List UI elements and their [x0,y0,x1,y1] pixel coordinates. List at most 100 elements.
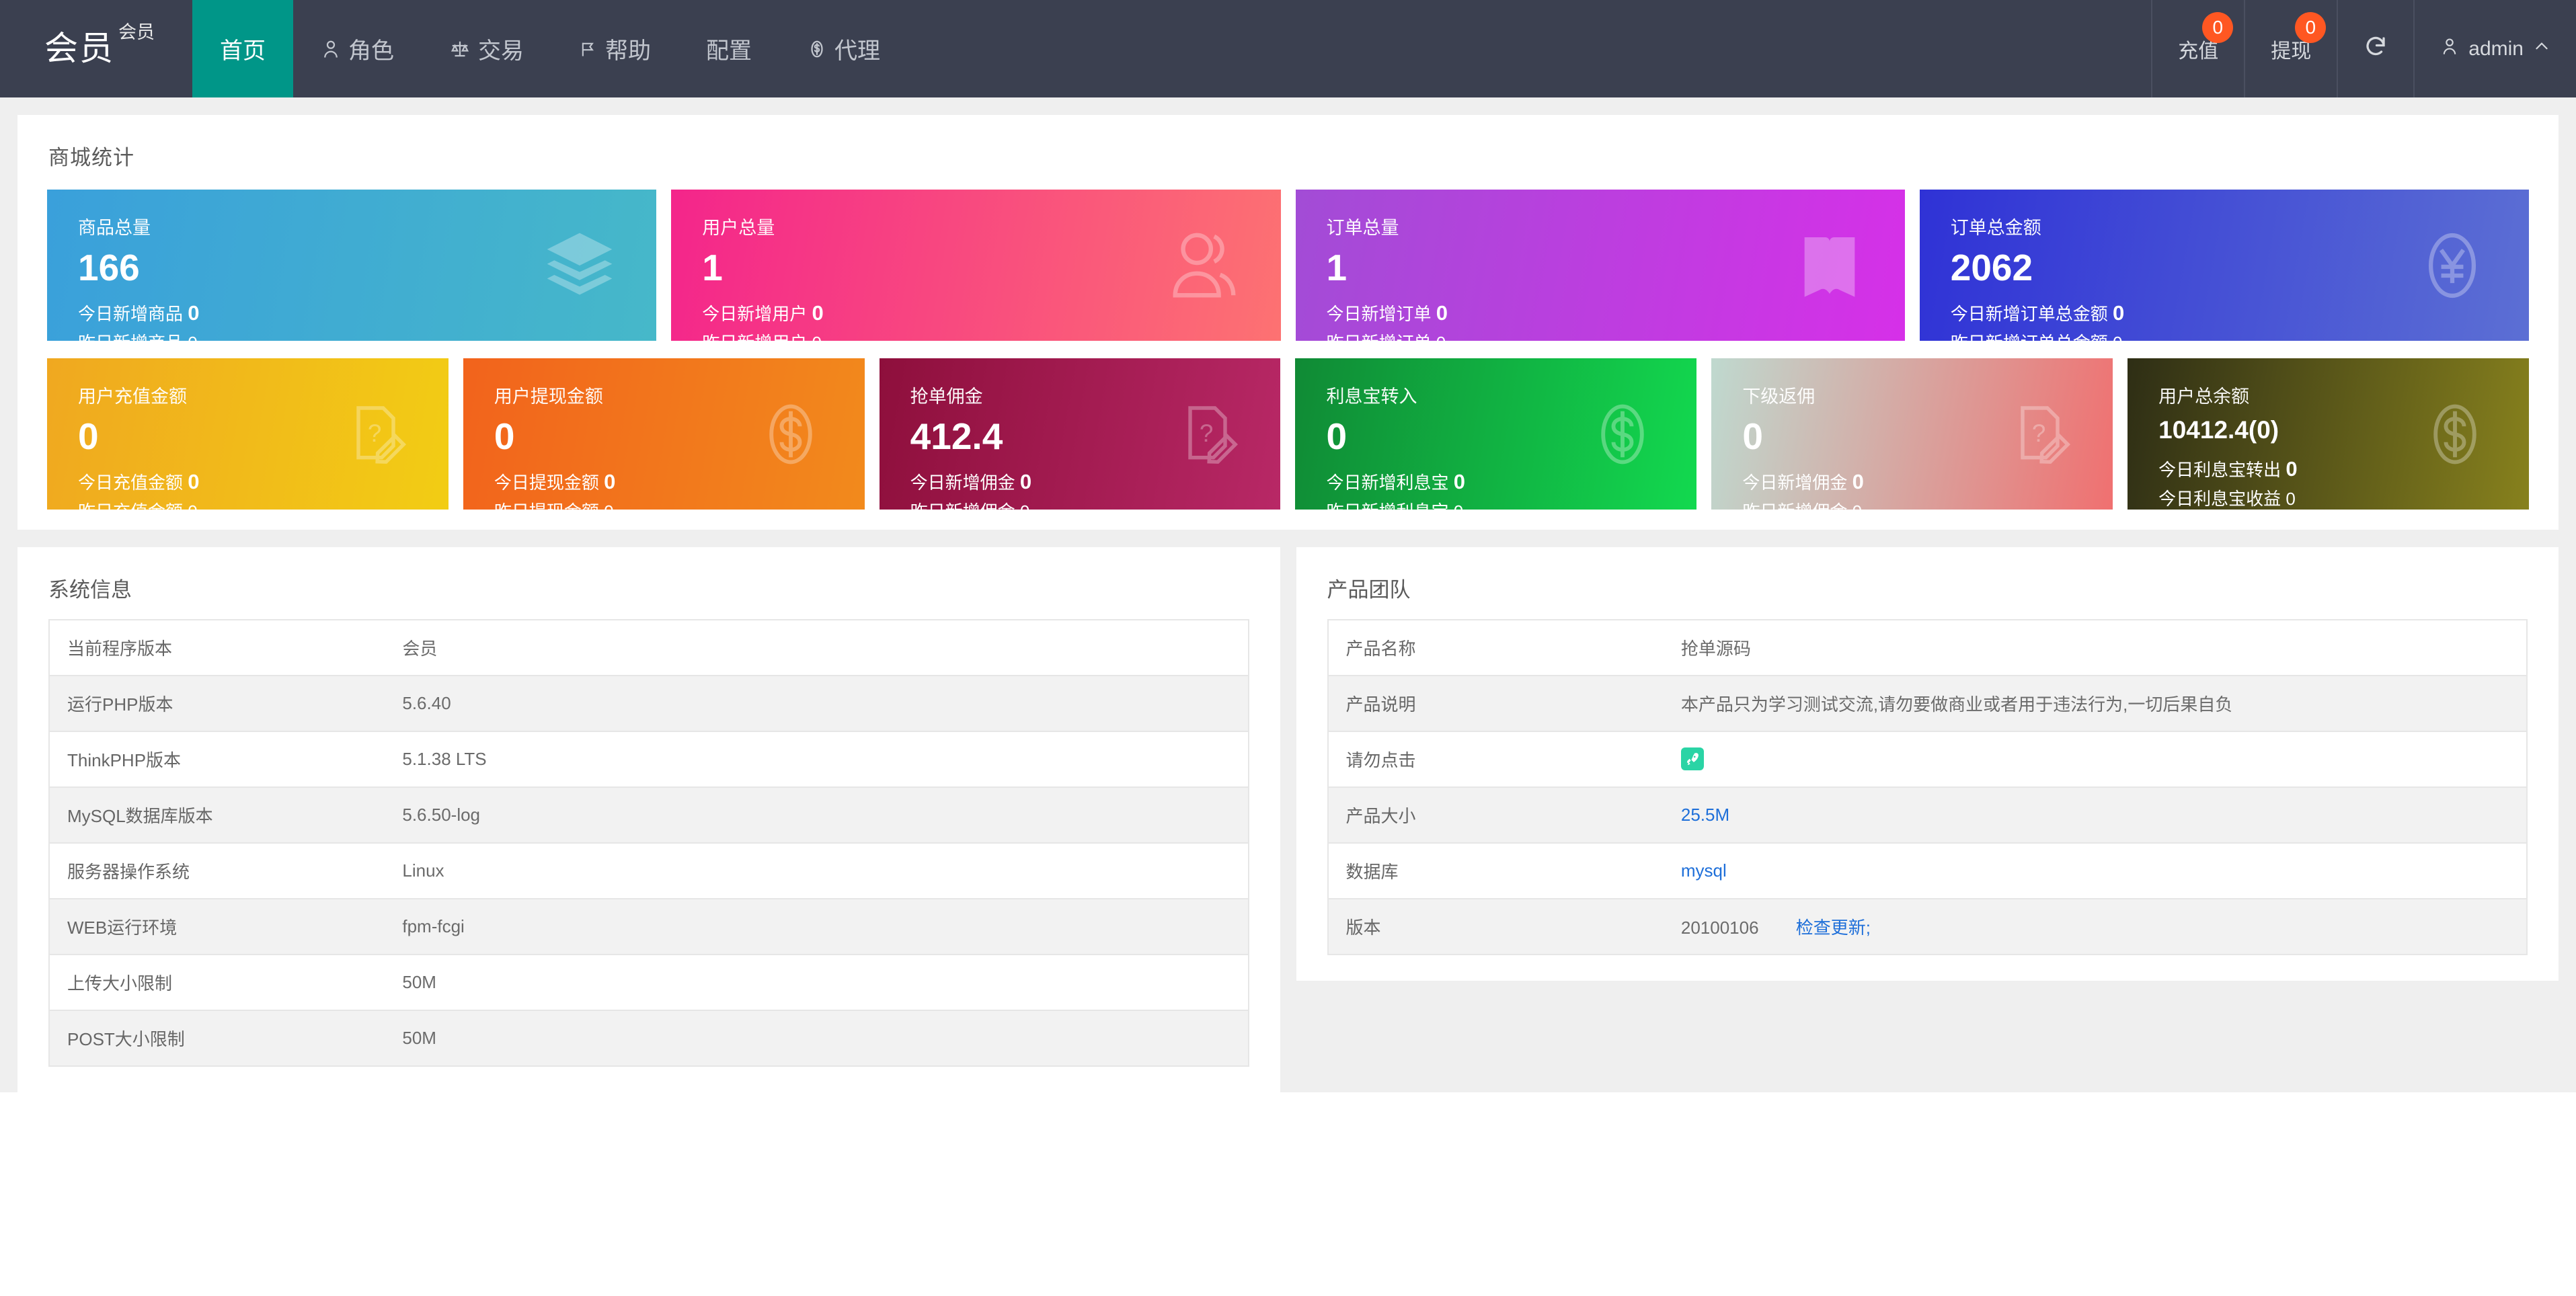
nav-item-help[interactable]: 帮助 [551,0,678,97]
stat-cards-row-1: 商品总量 166 今日新增商品 0 昨日新增商品 0 用户总量 1 今日新增用户… [17,171,2559,341]
stat-yesterday-value: 0 [604,501,613,510]
stat-today-value: 0 [1453,470,1465,494]
table-row: POST大小限制 50M [49,1010,1249,1066]
stat-today: 今日新增订单 0 [1327,297,1905,329]
stat-card-user-withdraw[interactable]: 用户提现金额 0 今日提现金额 0 昨日提现金额 0 [463,358,865,510]
stat-card-user-recharge[interactable]: 用户充值金额 0 今日充值金额 0 昨日充值金额 0 ? [47,358,448,510]
stat-card-grab-commission[interactable]: 抢单佣金 412.4 今日新增佣金 0 昨日新增佣金 0 ? [879,358,1281,510]
row-value: 5.6.50-log [385,787,1249,844]
row-key: WEB运行环境 [49,899,385,955]
refresh-button[interactable] [2337,0,2413,97]
row-key: 当前程序版本 [49,620,385,676]
table-row: 上传大小限制 50M [49,955,1249,1011]
stat-yesterday: 昨日新增用户 0 [702,329,1280,341]
row-value: 5.1.38 LTS [385,731,1249,788]
stat-today: 今日提现金额 0 [494,466,865,498]
row-value: 5.6.40 [385,676,1249,732]
stat-today-label: 今日新增订单总金额 [1950,304,2108,325]
stats-panel-title: 商城统计 [48,146,134,169]
stat-cards-row-2: 用户充值金额 0 今日充值金额 0 昨日充值金额 0 ? 用户提现金额 0 今日… [17,341,2559,510]
nav-item-agent[interactable]: 代理 [779,0,908,97]
stat-yesterday: 今日利息宝收益 0 [2158,485,2529,510]
stat-label: 利息宝转入 [1326,387,1417,407]
row-value: 50M [402,1028,436,1048]
stat-value: 0 [78,415,99,457]
stat-today: 今日新增用户 0 [702,297,1280,329]
table-row: 服务器操作系统 Linux [49,843,1249,899]
stat-today: 今日利息宝转出 0 [2158,453,2529,485]
top-header: 会员 会员 首页 角色 交易 帮助 配置 代理 充值 0 提现 0 admin [0,0,2576,97]
row-key: 产品名称 [1327,620,1664,676]
check-update-link[interactable]: 检查更新; [1796,918,1871,938]
chevron-up-icon [2533,38,2550,60]
stat-card-downline-rebate[interactable]: 下级返佣 0 今日新增佣金 0 昨日新增佣金 0 ? [1711,358,2113,510]
row-value: 25.5M [1663,787,2527,844]
stat-today-value: 0 [1436,301,1448,325]
stat-yesterday-value: 0 [1852,501,1862,510]
stat-card-user-balance[interactable]: 用户总余额 10412.4(0) 今日利息宝转出 0 今日利息宝收益 0 [2128,358,2529,510]
stat-value: 166 [78,247,140,288]
stat-card-product-total[interactable]: 商品总量 166 今日新增商品 0 昨日新增商品 0 [47,190,657,341]
stat-today: 今日充值金额 0 [78,466,448,498]
database-link[interactable]: mysql [1681,860,1727,881]
stat-today-value: 0 [2113,301,2125,325]
recharge-button[interactable]: 充值 0 [2151,0,2244,97]
nav-item-config[interactable]: 配置 [678,0,779,97]
scales-icon [449,39,471,59]
stat-card-order-total[interactable]: 订单总量 1 今日新增订单 0 昨日新增订单 0 [1295,190,1905,341]
stat-value: 10412.4(0) [2158,416,2279,444]
brand-logo[interactable]: 会员 会员 [0,0,192,97]
stat-label: 用户充值金额 [78,387,187,407]
stat-today: 今日新增佣金 0 [1742,466,2113,498]
stat-yesterday: 昨日新增订单 0 [1327,329,1905,341]
stat-value: 1 [1326,247,1348,288]
row-value [1663,731,2527,788]
nav-item-role[interactable]: 角色 [293,0,422,97]
stat-yesterday-value: 0 [188,501,197,510]
stat-today-value: 0 [604,470,616,494]
user-menu[interactable]: admin [2413,0,2576,97]
user-name: admin [2468,37,2524,60]
stat-label: 用户总量 [702,218,775,238]
stat-card-interest-in[interactable]: 利息宝转入 0 今日新增利息宝 0 昨日新增利息宝 0 [1295,358,1697,510]
brand-title: 会员 [44,30,114,67]
stat-today-label: 今日新增利息宝 [1326,473,1449,493]
table-row: 产品名称 抢单源码 [1327,620,2527,676]
stat-yesterday: 昨日充值金额 0 [78,498,448,510]
user-icon [2440,37,2459,61]
nav-label-config: 配置 [706,38,752,64]
stat-today-value: 0 [812,301,824,325]
row-key: 运行PHP版本 [49,676,385,732]
stat-today-value: 0 [2286,456,2298,481]
stat-card-order-amount[interactable]: 订单总金额 2062 今日新增订单总金额 0 昨日新增订单总金额 0 [1919,190,2529,341]
product-size-link[interactable]: 25.5M [1681,805,1729,825]
recharge-badge: 0 [2202,12,2234,43]
withdraw-badge: 0 [2295,12,2327,43]
stat-yesterday-label: 昨日新增商品 [78,333,183,341]
table-row: 请勿点击 [1327,731,2527,788]
stat-yesterday-label: 昨日新增用户 [702,333,807,341]
stat-today-label: 今日新增商品 [78,304,184,325]
stat-today-label: 今日利息宝转出 [2158,459,2281,480]
row-key: 请勿点击 [1327,731,1664,788]
brand-subtitle: 会员 [118,22,155,42]
rocket-icon[interactable] [1680,747,1704,770]
nav-item-trade[interactable]: 交易 [422,0,551,97]
row-key: 上传大小限制 [49,955,385,1011]
stat-today-label: 今日新增佣金 [910,473,1015,493]
withdraw-button[interactable]: 提现 0 [2244,0,2337,97]
stat-today-label: 今日提现金额 [494,473,599,493]
row-key: 产品说明 [1327,676,1664,732]
nav-label-role: 角色 [348,38,394,64]
stat-today: 今日新增佣金 0 [910,466,1281,498]
stat-today-label: 今日充值金额 [78,473,184,493]
table-row: 产品大小 25.5M [1327,787,2527,844]
stat-yesterday: 昨日新增佣金 0 [1742,498,2113,510]
nav-item-home[interactable]: 首页 [192,0,293,97]
row-key: 数据库 [1327,843,1664,899]
row-key: MySQL数据库版本 [49,787,385,844]
row-key: 产品大小 [1327,787,1664,844]
stat-yesterday-value: 0 [812,333,822,341]
flag-icon [579,39,598,59]
stat-card-user-total[interactable]: 用户总量 1 今日新增用户 0 昨日新增用户 0 [671,190,1281,341]
